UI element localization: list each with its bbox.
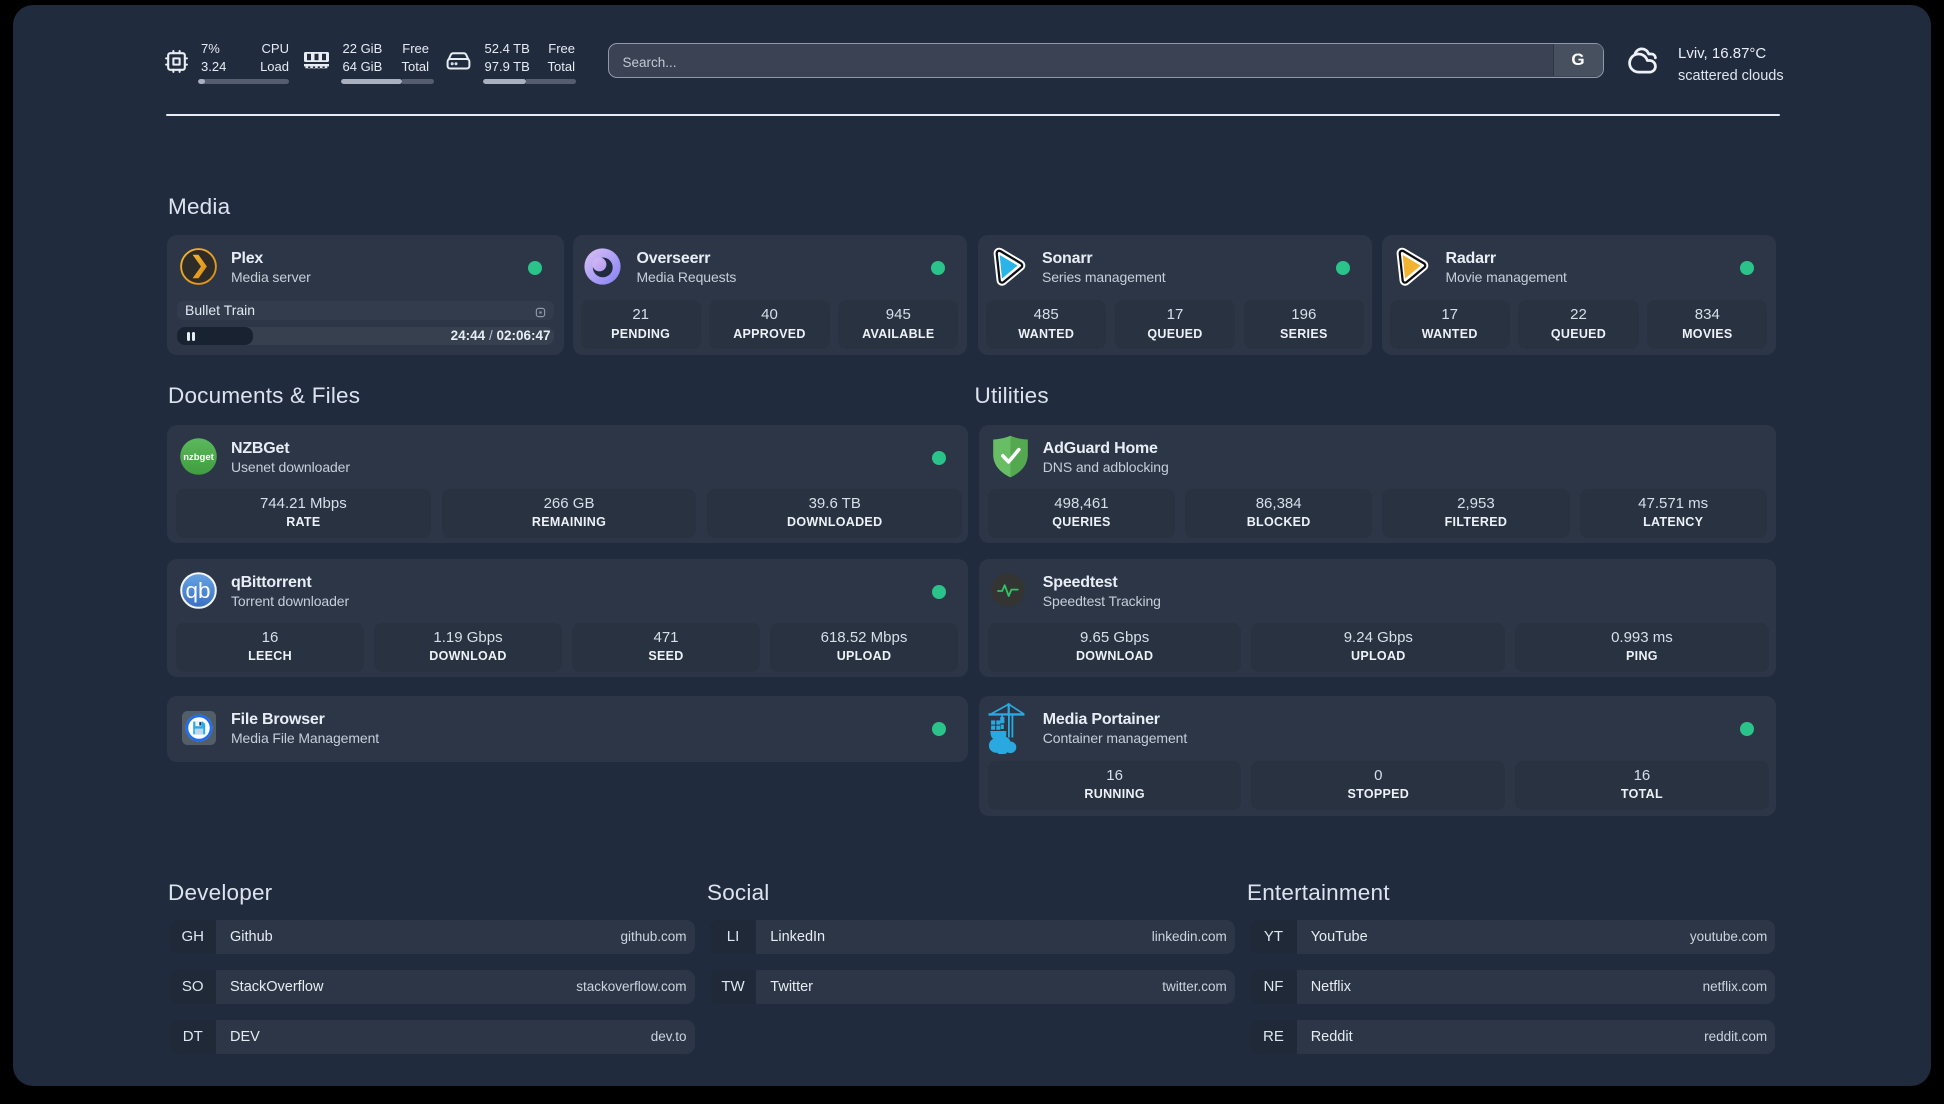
- svg-text:qb: qb: [185, 578, 210, 603]
- svg-text:nzbget: nzbget: [183, 452, 214, 463]
